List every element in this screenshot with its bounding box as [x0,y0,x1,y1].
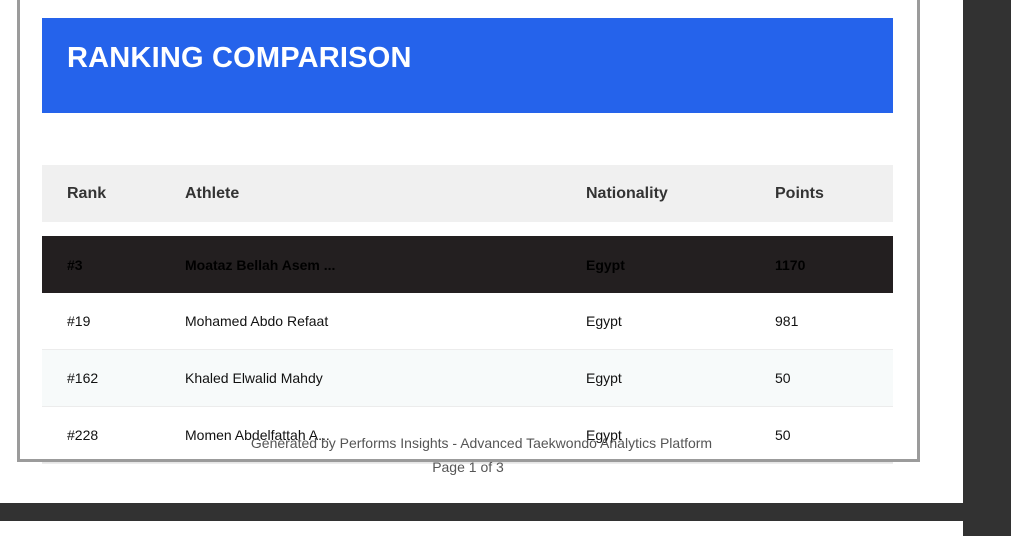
ranking-table: Rank Athlete Nationality Points #3 Moata… [42,165,893,464]
next-page-preview [0,521,963,536]
cell-nationality: Egypt [586,313,622,329]
column-header-points: Points [775,184,824,202]
cell-rank: #19 [67,313,91,329]
column-header-nationality: Nationality [586,184,668,202]
cell-athlete: Khaled Elwalid Mahdy [185,370,323,386]
footer-generated-by: Generated by Performs Insights - Advance… [250,435,713,451]
table-row: #19 Mohamed Abdo Refaat Egypt 981 [42,293,893,350]
page-title: RANKING COMPARISON [67,42,412,74]
cell-rank: #162 [67,370,99,386]
table-spacer [42,222,893,236]
table-row-highlighted: #3 Moataz Bellah Asem ... Egypt 1170 [42,236,893,293]
cell-points: 50 [775,370,791,386]
header-banner: RANKING COMPARISON [42,18,893,113]
pdf-viewer: RANKING COMPARISON Rank Athlete National… [0,0,1011,536]
report-page: RANKING COMPARISON Rank Athlete National… [0,0,963,503]
column-header-rank: Rank [67,184,107,202]
page-number: Page 1 of 3 [432,459,504,475]
cell-points: 1170 [775,256,806,273]
cell-rank: #3 [67,256,83,273]
cell-nationality: Egypt [586,370,622,386]
table-row: #162 Khaled Elwalid Mahdy Egypt 50 [42,350,893,407]
cell-athlete: Mohamed Abdo Refaat [185,313,329,329]
table-header: Rank Athlete Nationality Points [42,165,893,222]
cell-points: 981 [775,313,799,329]
column-header-athlete: Athlete [185,184,240,202]
cell-nationality: Egypt [586,256,625,273]
cell-athlete: Moataz Bellah Asem ... [185,256,336,273]
